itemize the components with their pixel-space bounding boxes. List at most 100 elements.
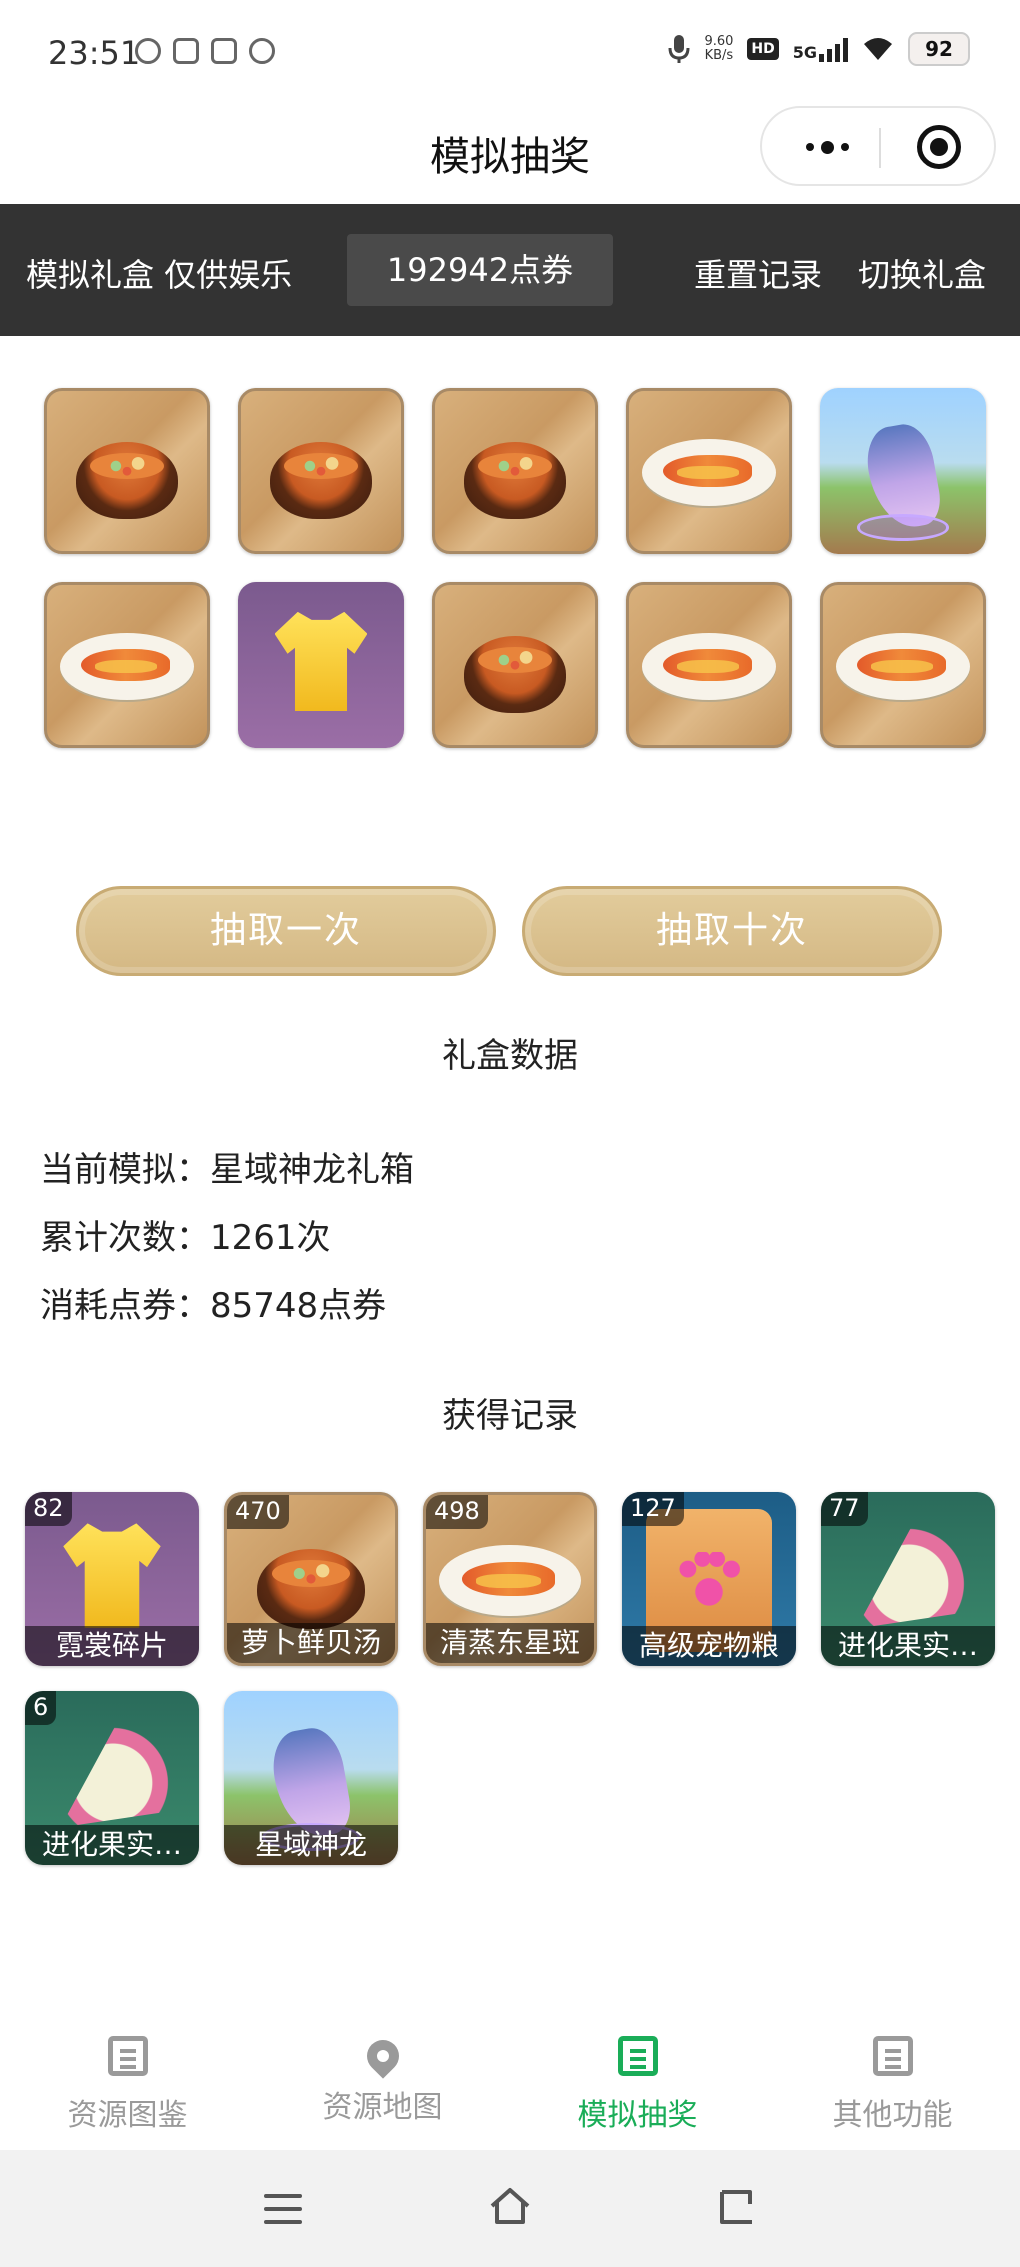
switch-box-button[interactable]: 切换礼盒 <box>858 250 986 296</box>
battery-icon: 92 <box>908 32 970 66</box>
record-count-badge: 498 <box>426 1495 488 1529</box>
shirt-fragment-icon <box>274 611 368 712</box>
gift-box-header: 模拟礼盒 仅供娱乐 192942点券 重置记录 切换礼盒 <box>0 204 1020 336</box>
record-item[interactable]: 82 霓裳碎片 <box>25 1492 199 1666</box>
app-notify-icon <box>173 38 199 64</box>
list-icon <box>872 2036 913 2076</box>
target-circle-icon[interactable] <box>917 125 961 169</box>
draw-result-cell[interactable] <box>432 388 598 554</box>
draw-result-cell[interactable] <box>432 582 598 748</box>
records-title: 获得记录 <box>442 1396 578 1436</box>
points-balance: 192942点券 <box>347 234 613 306</box>
status-right: 9.60 KB/s HD 5G 92 <box>668 32 970 66</box>
current-box-label: 当前模拟： <box>40 1150 210 1190</box>
nav-item-label: 其他功能 <box>832 2098 953 2133</box>
draw-count-label: 累计次数： <box>40 1218 210 1258</box>
record-item-name: 清蒸东星斑 <box>426 1623 594 1663</box>
status-time: 23:51 <box>48 34 141 72</box>
game-notify-icon <box>211 38 237 64</box>
menu-icon[interactable] <box>264 2194 302 2224</box>
soup-bowl-icon <box>463 636 567 713</box>
record-item[interactable]: 77 进化果实… <box>821 1492 995 1666</box>
record-count-badge: 6 <box>25 1691 57 1725</box>
list-icon <box>107 2036 148 2076</box>
draw-once-button[interactable]: 抽取一次 <box>76 886 496 976</box>
nav-item-label: 模拟抽奖 <box>577 2098 698 2133</box>
box-data-title: 礼盒数据 <box>442 1036 578 1076</box>
more-dots-icon[interactable] <box>792 132 862 162</box>
wifi-icon <box>864 38 892 60</box>
draw-result-cell[interactable] <box>820 582 986 748</box>
signal-bars-icon <box>819 36 848 62</box>
record-item-name: 萝卜鲜贝汤 <box>227 1623 395 1663</box>
draw-count-value: 1261次 <box>210 1218 331 1258</box>
draw-ten-button[interactable]: 抽取十次 <box>522 886 942 976</box>
net-speed-unit: KB/s <box>704 48 734 63</box>
back-icon[interactable] <box>716 2188 756 2226</box>
hd-badge: HD <box>747 38 779 60</box>
steamed-fish-icon <box>835 633 971 701</box>
record-item-name: 进化果实… <box>25 1825 199 1865</box>
record-item[interactable]: 127 高级宠物粮 <box>622 1492 796 1666</box>
list-icon <box>617 2036 658 2076</box>
record-item[interactable]: 498 清蒸东星斑 <box>423 1492 597 1666</box>
disclaimer-text: 模拟礼盒 仅供娱乐 <box>26 256 293 294</box>
current-box-value: 星域神龙礼箱 <box>210 1150 414 1190</box>
steamed-fish-icon <box>641 439 777 507</box>
draw-result-cell[interactable] <box>238 388 404 554</box>
points-cost-label: 消耗点券： <box>40 1286 210 1326</box>
record-item[interactable]: 470 萝卜鲜贝汤 <box>224 1492 398 1666</box>
record-count-badge: 82 <box>25 1492 72 1526</box>
steamed-fish-icon <box>641 633 777 701</box>
map-pin-icon <box>359 2033 406 2079</box>
nav-item-label: 资源图鉴 <box>67 2098 188 2133</box>
notification-icons <box>135 38 275 64</box>
shirt-fragment-icon <box>63 1523 161 1628</box>
cell-signal: 5G <box>793 36 848 62</box>
headset-icon <box>135 38 161 64</box>
draw-result-cell[interactable] <box>820 388 986 554</box>
nav-item-label: 资源地图 <box>322 2090 443 2125</box>
net-speed: 9.60 KB/s <box>704 35 733 63</box>
soup-bowl-icon <box>257 1548 365 1630</box>
nav-item-1[interactable]: 资源图鉴 <box>0 2036 255 2134</box>
circle-notify-icon <box>249 38 275 64</box>
record-count-badge: 127 <box>622 1492 684 1526</box>
dragon-halo <box>856 514 950 541</box>
points-cost-stat: 消耗点券：85748点券 <box>40 1278 386 1327</box>
current-box-stat: 当前模拟：星域神龙礼箱 <box>40 1142 414 1191</box>
mini-program-capsule <box>760 106 996 186</box>
nav-item-3[interactable]: 模拟抽奖 <box>510 2036 765 2134</box>
draw-result-cell[interactable] <box>44 388 210 554</box>
draw-result-cell[interactable] <box>626 388 792 554</box>
net-speed-value: 9.60 <box>704 34 734 49</box>
record-item-name: 星域神龙 <box>224 1825 398 1865</box>
soup-bowl-icon <box>269 442 373 519</box>
reset-records-button[interactable]: 重置记录 <box>694 250 822 296</box>
bottom-nav: 资源图鉴 资源地图 模拟抽奖 其他功能 <box>0 2010 1020 2150</box>
record-item-name: 霓裳碎片 <box>25 1626 199 1666</box>
home-icon[interactable] <box>488 2186 532 2226</box>
steamed-fish-icon <box>439 1545 581 1616</box>
system-nav-bar <box>0 2150 1020 2267</box>
draw-result-cell[interactable] <box>238 582 404 748</box>
network-type: 5G <box>792 43 817 62</box>
draw-result-cell[interactable] <box>626 582 792 748</box>
steamed-fish-icon <box>59 633 195 701</box>
nav-item-2[interactable]: 资源地图 <box>255 2033 510 2126</box>
soup-bowl-icon <box>463 442 567 519</box>
record-item[interactable]: 星域神龙 <box>224 1691 398 1865</box>
title-bar: 模拟抽奖 <box>0 100 1020 204</box>
soup-bowl-icon <box>75 442 179 519</box>
microphone-icon <box>668 35 690 63</box>
draw-result-cell[interactable] <box>44 582 210 748</box>
record-item-name: 进化果实… <box>821 1626 995 1666</box>
points-cost-value: 85748点券 <box>210 1286 387 1326</box>
nav-item-4[interactable]: 其他功能 <box>765 2036 1020 2134</box>
capsule-divider <box>879 128 881 168</box>
status-bar: 23:51 9.60 KB/s HD 5G 92 <box>0 0 1020 100</box>
draw-count-stat: 累计次数：1261次 <box>40 1210 331 1259</box>
record-count-badge: 470 <box>227 1495 289 1529</box>
record-item[interactable]: 6 进化果实… <box>25 1691 199 1865</box>
record-count-badge: 77 <box>821 1492 868 1526</box>
